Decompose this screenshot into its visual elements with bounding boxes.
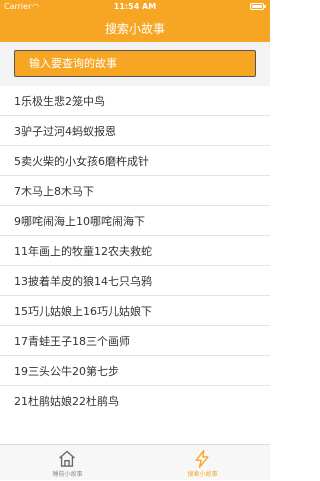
story-title: 1乐极生悲2笼中鸟: [14, 95, 105, 108]
story-title: 3驴子过河4蚂蚁报恩: [14, 125, 116, 138]
navigation-bar: 搜索小故事: [0, 14, 270, 42]
story-list-item[interactable]: 11年画上的牧童12农夫救蛇: [0, 236, 270, 266]
story-list-item[interactable]: 1乐极生悲2笼中鸟: [0, 86, 270, 116]
story-list-item[interactable]: 15巧儿姑娘上16巧儿姑娘下: [0, 296, 270, 326]
tab-label: 搜索小故事: [187, 471, 218, 478]
story-list-item[interactable]: 3驴子过河4蚂蚁报恩: [0, 116, 270, 146]
story-title: 5卖火柴的小女孩6磨杵成针: [14, 155, 149, 168]
story-title: 15巧儿姑娘上16巧儿姑娘下: [14, 305, 152, 318]
lightning-icon: [195, 450, 209, 468]
tab-label: 睡前小故事: [52, 471, 83, 478]
status-time: 11:54 AM: [113, 2, 157, 11]
story-title: 19三头公牛20第七步: [14, 365, 119, 378]
home-icon: [59, 450, 75, 467]
story-title: 7木马上8木马下: [14, 185, 94, 198]
story-list-item[interactable]: 7木马上8木马下: [0, 176, 270, 206]
story-title: 17青蛙王子18三个画师: [14, 335, 130, 348]
story-title: 9哪咤闹海上10哪咤闹海下: [14, 215, 145, 228]
search-bar: [0, 42, 270, 86]
search-input[interactable]: [14, 50, 256, 77]
story-list-item[interactable]: 19三头公牛20第七步: [0, 356, 270, 386]
tab-bar: 睡前小故事 搜索小故事: [0, 444, 270, 480]
story-title: 13披着羊皮的狼14七只乌鸦: [14, 275, 152, 288]
story-title: 21杜鹃姑娘22杜鹃鸟: [14, 395, 119, 408]
story-list-item[interactable]: 5卖火柴的小女孩6磨杵成针: [0, 146, 270, 176]
status-bar: Carrier ◠ 11:54 AM: [0, 0, 270, 14]
story-list[interactable]: 1乐极生悲2笼中鸟 3驴子过河4蚂蚁报恩 5卖火柴的小女孩6磨杵成针 7木马上8木马下…: [0, 86, 270, 414]
battery-icon: [250, 3, 266, 10]
story-list-item[interactable]: 9哪咤闹海上10哪咤闹海下: [0, 206, 270, 236]
story-title: 11年画上的牧童12农夫救蛇: [14, 245, 152, 258]
story-list-item[interactable]: 17青蛙王子18三个画师: [0, 326, 270, 356]
tab-search-stories[interactable]: 搜索小故事: [135, 445, 270, 481]
story-list-item[interactable]: 13披着羊皮的狼14七只乌鸦: [0, 266, 270, 296]
page-title: 搜索小故事: [104, 22, 165, 36]
tab-bedtime-stories[interactable]: 睡前小故事: [0, 445, 135, 481]
story-list-item[interactable]: 21杜鹃姑娘22杜鹃鸟: [0, 386, 270, 414]
